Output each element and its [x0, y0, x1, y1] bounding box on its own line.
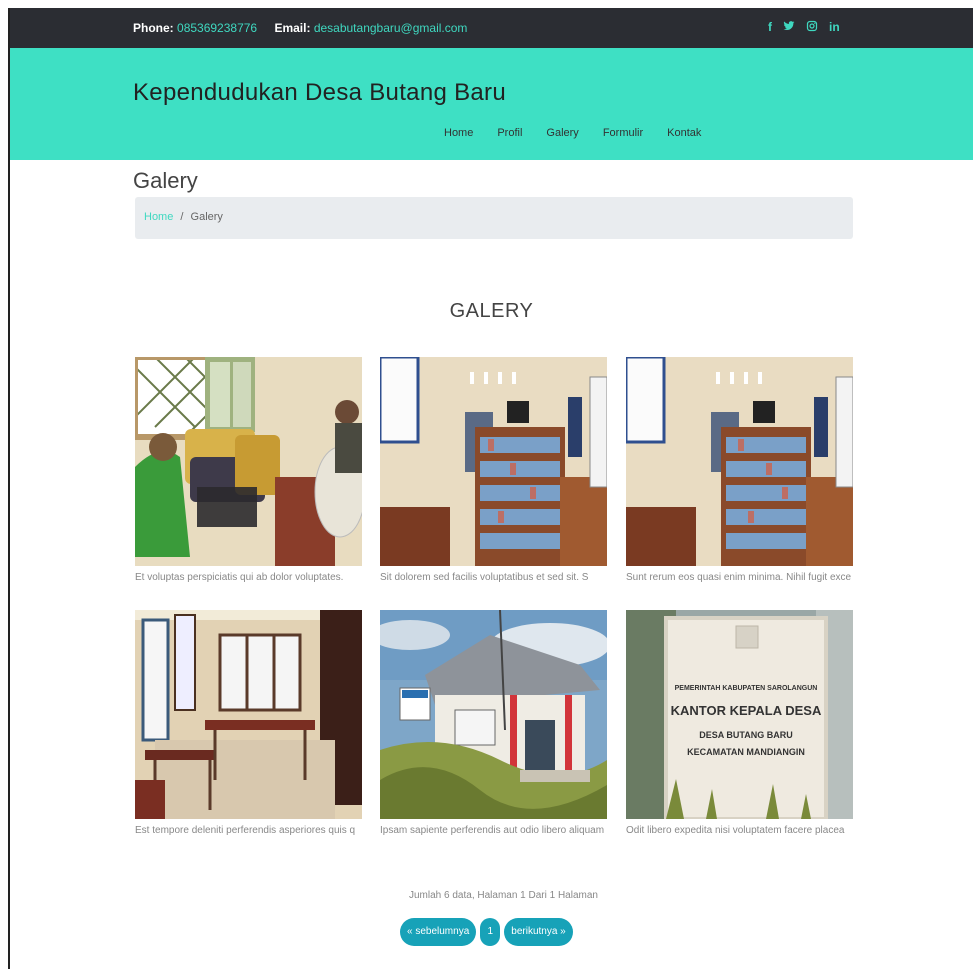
sign-text-line4: KECAMATAN MANDIANGIN [687, 747, 805, 757]
gallery-card[interactable]: Et voluptas perspiciatis qui ab dolor vo… [135, 357, 362, 588]
gallery-card[interactable]: Ipsam sapiente perferendis aut odio libe… [380, 610, 607, 841]
contact-info: Phone: 085369238776 Email: desabutangbar… [133, 21, 481, 35]
prev-page-button[interactable]: « sebelumnya [400, 918, 477, 946]
nav-galery[interactable]: Galery [546, 127, 578, 139]
gallery-photo-office-meeting[interactable] [135, 357, 362, 566]
sign-text-line2: KANTOR KEPALA DESA [671, 703, 822, 718]
gallery-photo-office-signboard[interactable]: PEMERINTAH KABUPATEN SAROLANGUN KANTOR K… [626, 610, 853, 819]
gallery-card[interactable]: PEMERINTAH KABUPATEN SAROLANGUN KANTOR K… [626, 610, 853, 841]
nav-home[interactable]: Home [444, 127, 473, 139]
top-bar: Phone: 085369238776 Email: desabutangbar… [10, 8, 973, 48]
page-title: Galery [133, 168, 198, 193]
gallery-card[interactable]: Sit dolorem sed facilis voluptatibus et … [380, 357, 607, 588]
main-nav: Home Profil Galery Formulir Kontak [444, 127, 701, 139]
email-value[interactable]: desabutangbaru@gmail.com [314, 21, 468, 35]
gallery-card[interactable]: Sunt rerum eos quasi enim minima. Nihil … [626, 357, 853, 588]
gallery-card[interactable]: Est tempore deleniti perferendis asperio… [135, 610, 362, 841]
breadcrumb-home[interactable]: Home [144, 211, 173, 223]
gallery-caption: Sit dolorem sed facilis voluptatibus et … [380, 572, 589, 583]
site-brand[interactable]: Kependudukan Desa Butang Baru [133, 79, 506, 107]
gallery-caption: Ipsam sapiente perferendis aut odio libe… [380, 825, 605, 836]
pagination-info: Jumlah 6 data, Halaman 1 Dari 1 Halaman [409, 890, 598, 901]
nav-profil[interactable]: Profil [497, 127, 522, 139]
section-title: GALERY [449, 300, 534, 322]
gallery-caption: Odit libero expedita nisi voluptatem fac… [626, 825, 845, 836]
linkedin-icon[interactable]: in [829, 20, 840, 35]
gallery-photo-library-room[interactable] [626, 357, 853, 566]
instagram-icon[interactable] [806, 20, 818, 35]
phone-label: Phone: [133, 21, 174, 35]
gallery-photo-office-building[interactable] [380, 610, 607, 819]
email-label: Email: [274, 21, 311, 35]
nav-kontak[interactable]: Kontak [667, 127, 701, 139]
sign-text-line1: PEMERINTAH KABUPATEN SAROLANGUN [675, 685, 818, 692]
breadcrumb: Home / Galery [135, 197, 853, 239]
twitter-icon[interactable] [783, 20, 795, 35]
next-page-button[interactable]: berikutnya » [504, 918, 573, 946]
gallery-photo-meeting-hall[interactable] [135, 610, 362, 819]
social-links: f in [768, 20, 840, 35]
site-header: Kependudukan Desa Butang Baru Home Profi… [10, 48, 973, 160]
nav-formulir[interactable]: Formulir [603, 127, 643, 139]
breadcrumb-separator: / [180, 211, 184, 223]
page-1-button[interactable]: 1 [480, 918, 501, 946]
gallery-caption: Et voluptas perspiciatis qui ab dolor vo… [135, 572, 344, 583]
page-frame: Phone: 085369238776 Email: desabutangbar… [8, 8, 973, 969]
phone-value[interactable]: 085369238776 [177, 21, 257, 35]
gallery-photo-library-room[interactable] [380, 357, 607, 566]
pagination: « sebelumnya 1 berikutnya » [400, 918, 573, 946]
gallery-caption: Est tempore deleniti perferendis asperio… [135, 825, 356, 836]
sign-text-line3: DESA BUTANG BARU [699, 730, 793, 740]
gallery-caption: Sunt rerum eos quasi enim minima. Nihil … [626, 572, 852, 583]
facebook-icon[interactable]: f [768, 20, 772, 35]
breadcrumb-current: Galery [190, 211, 223, 223]
